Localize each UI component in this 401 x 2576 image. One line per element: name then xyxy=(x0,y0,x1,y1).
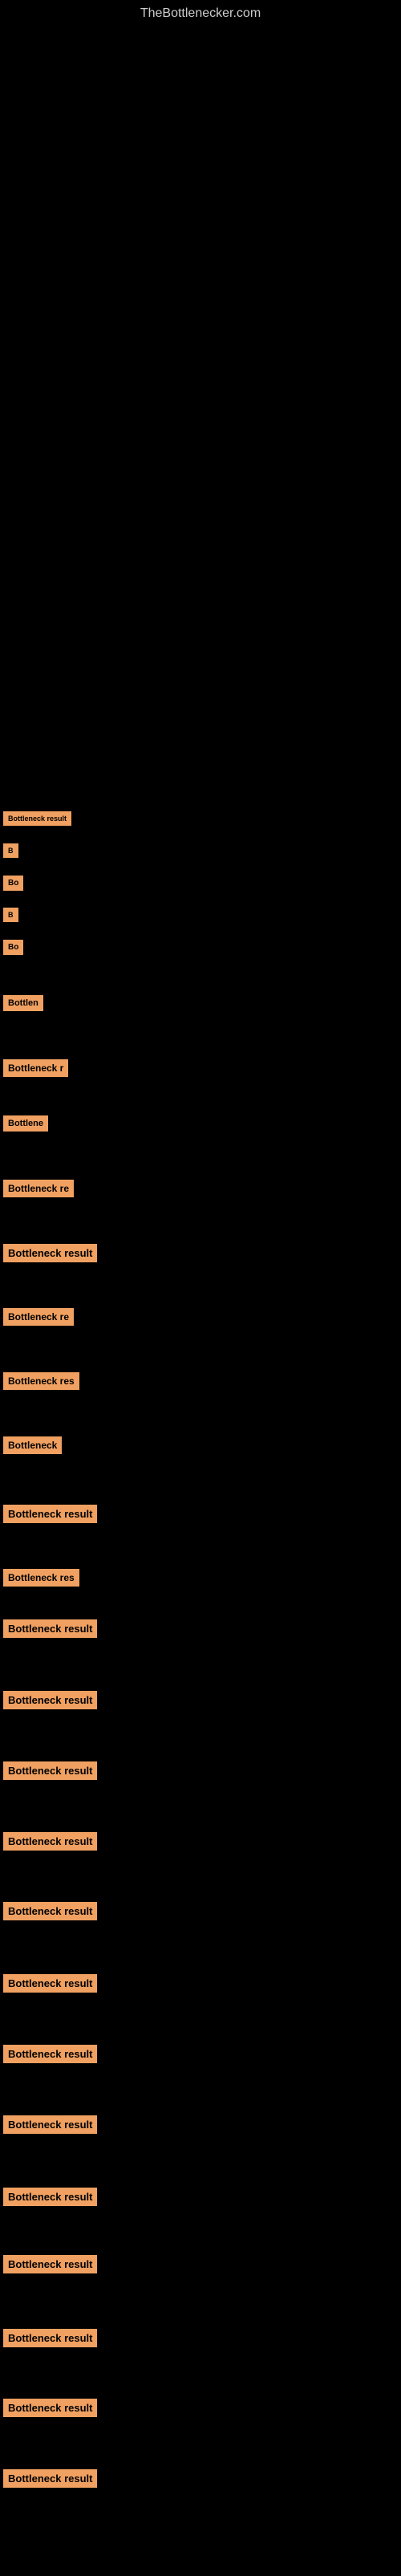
bottleneck-label: Bottleneck result xyxy=(3,1761,97,1780)
bottleneck-label: Bottleneck r xyxy=(3,1059,68,1077)
bottleneck-label: Bottleneck result xyxy=(3,1974,97,1993)
bottleneck-item: Bottleneck xyxy=(3,1436,62,1454)
bottleneck-item: Bottleneck result xyxy=(3,811,71,826)
bottleneck-item: B xyxy=(3,843,18,858)
bottleneck-label: Bo xyxy=(3,940,23,955)
bottleneck-item: Bottlene xyxy=(3,1115,48,1132)
bottleneck-label: Bottleneck result xyxy=(3,1619,97,1638)
bottleneck-label: Bottleneck re xyxy=(3,1308,74,1326)
bottleneck-label: Bottleneck result xyxy=(3,2399,97,2417)
site-title: TheBottlenecker.com xyxy=(0,0,401,24)
bottleneck-label: Bo xyxy=(3,876,23,891)
bottleneck-item: Bottleneck re xyxy=(3,1308,74,1326)
bottleneck-item: Bottleneck result xyxy=(3,2399,97,2417)
bottleneck-label: Bottleneck result xyxy=(3,2188,97,2206)
bottleneck-label: Bottleneck result xyxy=(3,1244,97,1262)
bottleneck-item: Bo xyxy=(3,875,23,891)
bottleneck-item: Bottleneck result xyxy=(3,1902,97,1920)
bottleneck-label: Bottleneck xyxy=(3,1436,62,1454)
bottleneck-label: Bottleneck res xyxy=(3,1569,79,1587)
bottleneck-label: Bottleneck result xyxy=(3,2115,97,2134)
bottleneck-item: Bottleneck re xyxy=(3,1180,74,1197)
bottleneck-label: Bottleneck result xyxy=(3,1902,97,1920)
bottleneck-item: Bottlen xyxy=(3,995,43,1011)
bottleneck-item: Bottleneck result xyxy=(3,1761,97,1780)
bottleneck-item: Bottleneck res xyxy=(3,1372,79,1390)
bottleneck-item: Bo xyxy=(3,939,23,955)
bottleneck-item: Bottleneck result xyxy=(3,1974,97,1993)
bottleneck-item: B xyxy=(3,907,18,922)
bottleneck-item: Bottleneck r xyxy=(3,1059,68,1077)
bottleneck-item: Bottleneck result xyxy=(3,2255,97,2273)
bottleneck-item: Bottleneck result xyxy=(3,1619,97,1638)
bottleneck-label: Bottleneck result xyxy=(3,2255,97,2273)
bottleneck-label: Bottlen xyxy=(3,995,43,1011)
bottleneck-label: Bottleneck result xyxy=(3,2045,97,2063)
bottleneck-label: B xyxy=(3,908,18,922)
bottleneck-label: Bottleneck result xyxy=(3,1691,97,1709)
bottleneck-item: Bottleneck result xyxy=(3,2329,97,2347)
bottleneck-item: Bottleneck res xyxy=(3,1569,79,1587)
bottleneck-label: Bottleneck re xyxy=(3,1180,74,1197)
bottleneck-label: Bottleneck result xyxy=(3,811,71,826)
bottleneck-item: Bottleneck result xyxy=(3,1505,97,1523)
bottleneck-item: Bottleneck result xyxy=(3,1832,97,1851)
bottleneck-label: Bottleneck result xyxy=(3,1505,97,1523)
bottleneck-item: Bottleneck result xyxy=(3,2115,97,2134)
bottleneck-label: Bottleneck result xyxy=(3,2329,97,2347)
bottleneck-item: Bottleneck result xyxy=(3,1244,97,1262)
bottleneck-item: Bottleneck result xyxy=(3,1691,97,1709)
bottleneck-item: Bottleneck result xyxy=(3,2045,97,2063)
bottleneck-item: Bottleneck result xyxy=(3,2469,97,2488)
bottleneck-label: Bottlene xyxy=(3,1115,48,1132)
bottleneck-label: B xyxy=(3,843,18,858)
bottleneck-label: Bottleneck res xyxy=(3,1372,79,1390)
bottleneck-label: Bottleneck result xyxy=(3,2469,97,2488)
bottleneck-item: Bottleneck result xyxy=(3,2188,97,2206)
bottleneck-label: Bottleneck result xyxy=(3,1832,97,1851)
